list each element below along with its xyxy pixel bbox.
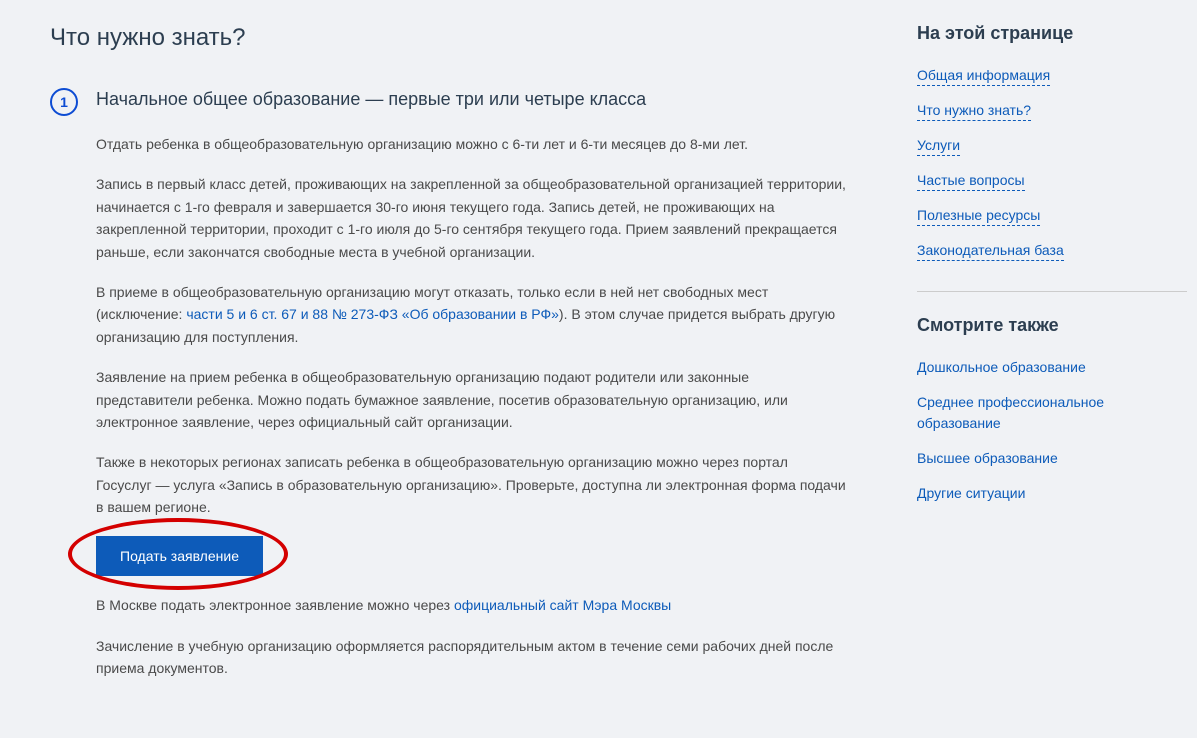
- sidebar: На этой странице Общая информация Что ну…: [897, 20, 1197, 718]
- text: В Москве подать электронное заявление мо…: [96, 597, 454, 613]
- moscow-mayor-link[interactable]: официальный сайт Мэра Москвы: [454, 597, 671, 613]
- paragraph: В Москве подать электронное заявление мо…: [96, 594, 847, 616]
- anchor-link-resources[interactable]: Полезные ресурсы: [917, 207, 1040, 226]
- section-content: Начальное общее образование — первые три…: [96, 86, 847, 698]
- see-also-list: Дошкольное образование Среднее профессио…: [917, 357, 1187, 504]
- anchor-link-services[interactable]: Услуги: [917, 137, 960, 156]
- section-1: 1 Начальное общее образование — первые т…: [50, 86, 847, 698]
- section-number-badge: 1: [50, 88, 78, 116]
- main-content: Что нужно знать? 1 Начальное общее образ…: [0, 20, 897, 718]
- sidebar-divider: [917, 291, 1187, 292]
- anchor-link-general-info[interactable]: Общая информация: [917, 67, 1050, 86]
- submit-application-button[interactable]: Подать заявление: [96, 536, 263, 576]
- on-this-page-title: На этой странице: [917, 20, 1187, 47]
- on-this-page-section: На этой странице Общая информация Что ну…: [917, 20, 1187, 261]
- page-title: Что нужно знать?: [50, 20, 847, 56]
- law-link[interactable]: части 5 и 6 ст. 67 и 88 № 273-ФЗ «Об обр…: [186, 306, 559, 322]
- paragraph: В приеме в общеобразовательную организац…: [96, 281, 847, 348]
- paragraph: Зачисление в учебную организацию оформля…: [96, 635, 847, 680]
- see-also-professional[interactable]: Среднее профессиональное образование: [917, 394, 1104, 431]
- button-wrapper: Подать заявление: [96, 536, 263, 576]
- on-this-page-list: Общая информация Что нужно знать? Услуги…: [917, 65, 1187, 261]
- paragraph: Запись в первый класс детей, проживающих…: [96, 173, 847, 263]
- section-heading: Начальное общее образование — первые три…: [96, 86, 847, 113]
- see-also-other[interactable]: Другие ситуации: [917, 485, 1025, 501]
- anchor-link-legislation[interactable]: Законодательная база: [917, 242, 1064, 261]
- see-also-preschool[interactable]: Дошкольное образование: [917, 359, 1086, 375]
- paragraph: Также в некоторых регионах записать ребе…: [96, 451, 847, 518]
- see-also-section: Смотрите также Дошкольное образование Ср…: [917, 312, 1187, 504]
- see-also-title: Смотрите также: [917, 312, 1187, 339]
- anchor-link-faq[interactable]: Частые вопросы: [917, 172, 1025, 191]
- paragraph: Отдать ребенка в общеобразовательную орг…: [96, 133, 847, 155]
- paragraph: Заявление на прием ребенка в общеобразов…: [96, 366, 847, 433]
- see-also-higher[interactable]: Высшее образование: [917, 450, 1058, 466]
- anchor-link-what-to-know[interactable]: Что нужно знать?: [917, 102, 1031, 121]
